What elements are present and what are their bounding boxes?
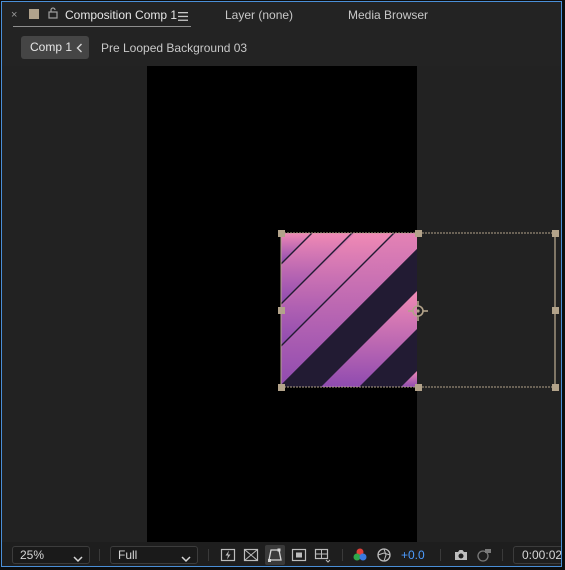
- resolution-select[interactable]: Full: [110, 546, 198, 564]
- tab-composition-comp-1[interactable]: Composition Comp 1: [65, 8, 177, 22]
- breadcrumb-next-comp[interactable]: Pre Looped Background 03: [101, 41, 247, 55]
- tab-media-browser[interactable]: Media Browser: [348, 8, 428, 22]
- toolbar-divider: [99, 549, 100, 561]
- channel-rgb-icon[interactable]: [352, 547, 368, 563]
- magnification-select[interactable]: 25%: [12, 546, 90, 564]
- viewer-toolbar: 25% Full +0.0 0:00:02:: [2, 542, 562, 566]
- composition-panel: × Composition Comp 1 Layer (none) Media …: [1, 1, 562, 567]
- snapshot-camera-icon[interactable]: [453, 547, 469, 563]
- transparency-grid-icon[interactable]: [243, 547, 259, 563]
- fast-previews-icon[interactable]: [220, 547, 236, 563]
- resolution-value: Full: [118, 548, 138, 562]
- anchor-point-icon[interactable]: [408, 301, 428, 321]
- toggle-mask-visibility-icon[interactable]: [265, 545, 285, 565]
- breadcrumb-comp-1-button[interactable]: Comp 1: [21, 36, 89, 59]
- chevron-down-icon: [181, 552, 191, 566]
- current-time-field[interactable]: 0:00:02:: [513, 546, 562, 564]
- region-of-interest-icon[interactable]: [291, 547, 307, 563]
- chevron-down-icon: [73, 552, 83, 566]
- exposure-value[interactable]: +0.0: [401, 548, 425, 562]
- hamburger-menu-icon[interactable]: [178, 10, 188, 24]
- panel-tab-bar: × Composition Comp 1 Layer (none) Media …: [2, 2, 561, 30]
- reset-exposure-icon[interactable]: [376, 547, 392, 563]
- close-tab-icon[interactable]: ×: [11, 9, 17, 21]
- toolbar-divider: [342, 549, 343, 561]
- composition-viewer[interactable]: [2, 66, 561, 542]
- tab-layer[interactable]: Layer (none): [225, 8, 293, 22]
- striped-background-layer[interactable]: [281, 233, 417, 387]
- breadcrumb-current-label: Comp 1: [30, 40, 73, 54]
- current-time-value: 0:00:02:: [522, 548, 562, 562]
- toolbar-divider: [502, 549, 503, 561]
- magnification-value: 25%: [20, 548, 45, 562]
- lock-icon[interactable]: [48, 7, 58, 22]
- toolbar-divider: [208, 549, 209, 561]
- show-snapshot-icon[interactable]: [476, 547, 492, 563]
- chevron-left-icon: [76, 42, 83, 56]
- active-tab-underline: [13, 26, 191, 27]
- grid-guides-icon[interactable]: [314, 547, 331, 563]
- comp-color-swatch-icon[interactable]: [29, 9, 39, 19]
- toolbar-divider: [440, 549, 441, 561]
